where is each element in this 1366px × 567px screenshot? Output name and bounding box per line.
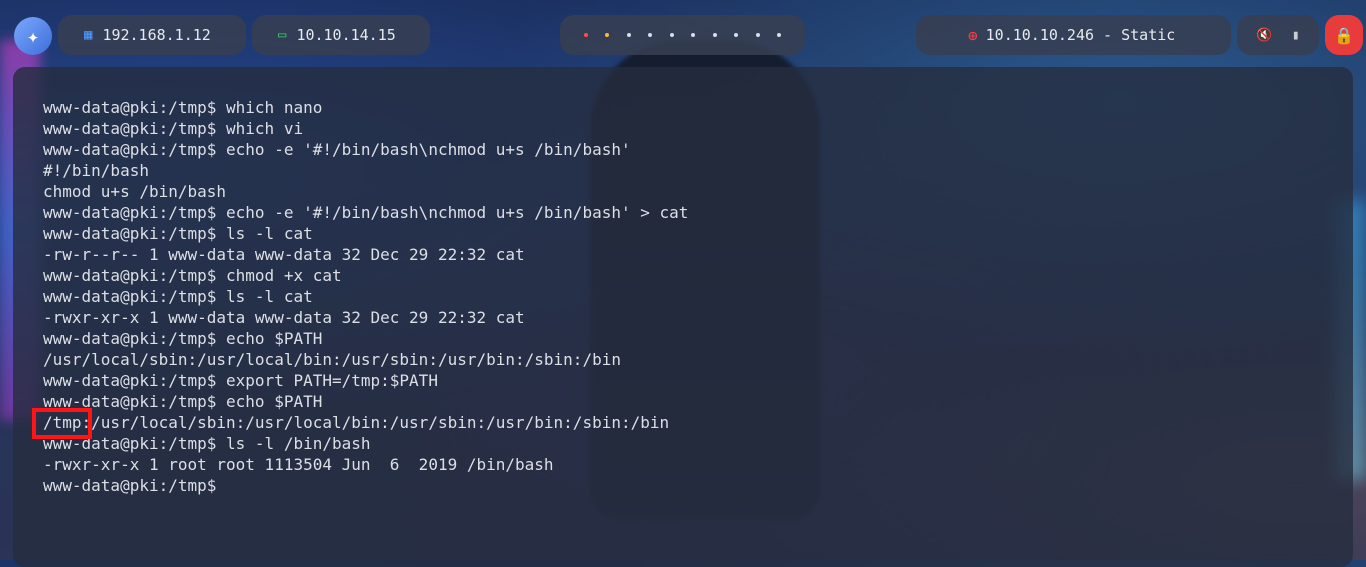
workspace-dot-2[interactable] [605, 33, 610, 37]
top-bar: ✦ ▦ 192.168.1.12 ▭ 10.10.14.15 ⊕ 10.10.1… [0, 0, 1366, 70]
workspace-dot-7[interactable] [712, 33, 717, 37]
terminal-line: www-data@pki:/tmp$ export PATH=/tmp:$PAT… [43, 371, 438, 390]
terminal-line: -rwxr-xr-x 1 www-data www-data 32 Dec 29… [43, 308, 525, 327]
terminal-line: /usr/local/sbin:/usr/local/bin:/usr/sbin… [43, 350, 621, 369]
terminal-line: #!/bin/bash [43, 161, 149, 180]
terminal-line: www-data@pki:/tmp$ echo $PATH [43, 329, 323, 348]
terminal-line: www-data@pki:/tmp$ echo -e '#!/bin/bash\… [43, 140, 631, 159]
target-ip-widget[interactable]: ⊕ 10.10.10.246 - Static [916, 15, 1231, 55]
laptop-icon: ▭ [278, 27, 287, 43]
workspace-dot-6[interactable] [691, 33, 696, 37]
terminal-line: www-data@pki:/tmp$ chmod +x cat [43, 266, 342, 285]
terminal-line: www-data@pki:/tmp$ which vi [43, 119, 304, 138]
workspace-dot-10[interactable] [777, 33, 782, 37]
terminal-line: www-data@pki:/tmp$ which nano [43, 98, 323, 117]
terminal-line: www-data@pki:/tmp$ ls -l /bin/bash [43, 434, 371, 453]
terminal-output: www-data@pki:/tmp$ which nano www-data@p… [43, 97, 688, 496]
terminal-line: www-data@pki:/tmp$ echo -e '#!/bin/bash\… [43, 203, 689, 222]
network-icon: ▦ [84, 27, 93, 43]
terminal-line: chmod u+s /bin/bash [43, 182, 227, 201]
terminal-prompt[interactable]: www-data@pki:/tmp$ [43, 475, 688, 496]
terminal-line: www-data@pki:/tmp$ ls -l cat [43, 287, 313, 306]
crosshair-icon: ⊕ [968, 25, 978, 45]
workspace-dot-1[interactable] [583, 33, 588, 37]
kali-dragon-icon[interactable]: ✦ [14, 17, 52, 55]
terminal-line: -rwxr-xr-x 1 root root 1113504 Jun 6 201… [43, 455, 554, 474]
workspace-dot-8[interactable] [734, 33, 739, 37]
target-label: 10.10.10.246 - Static [985, 26, 1176, 44]
terminal-line: www-data@pki:/tmp$ echo $PATH [43, 392, 323, 411]
local-ip-label: 192.168.1.12 [102, 26, 211, 44]
terminal-line: -rw-r--r-- 1 www-data www-data 32 Dec 29… [43, 245, 525, 264]
workspace-switcher [560, 15, 805, 55]
workspace-dot-5[interactable] [669, 33, 674, 37]
workspace-dot-9[interactable] [755, 33, 760, 37]
terminal-line: www-data@pki:/tmp$ ls -l cat [43, 224, 313, 243]
workspace-dot-4[interactable] [648, 33, 653, 37]
mute-icon[interactable]: 🔇 [1256, 28, 1272, 43]
terminal-line: /tmp:/usr/local/sbin:/usr/local/bin:/usr… [43, 413, 670, 432]
battery-icon[interactable]: ▮ [1292, 28, 1300, 43]
tmp-highlight-box [32, 408, 92, 439]
vpn-ip-widget[interactable]: ▭ 10.10.14.15 [252, 15, 430, 55]
local-ip-widget[interactable]: ▦ 192.168.1.12 [58, 15, 246, 55]
terminal-window[interactable]: www-data@pki:/tmp$ which nano www-data@p… [13, 67, 1353, 567]
system-tray: 🔇 ▮ [1237, 15, 1319, 55]
vpn-ip-label: 10.10.14.15 [296, 26, 396, 44]
lock-icon[interactable]: 🔒 [1325, 15, 1363, 55]
workspace-dot-3[interactable] [626, 33, 631, 37]
